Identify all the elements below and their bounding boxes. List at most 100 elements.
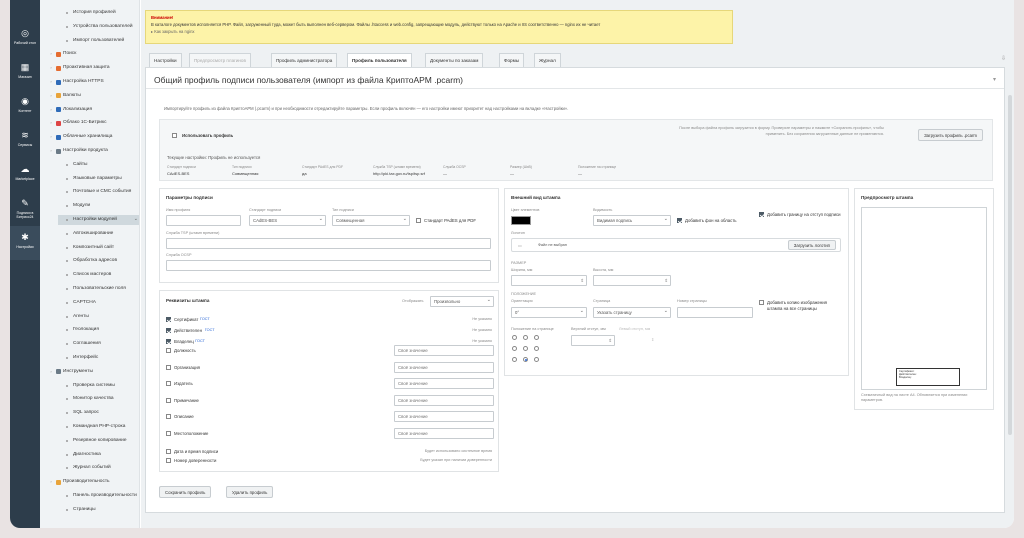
nav-item[interactable]: › Настройки продукта bbox=[48, 146, 139, 156]
top-margin-stepper-icon[interactable]: ⇕ bbox=[608, 336, 612, 345]
req-checkbox[interactable] bbox=[166, 449, 171, 454]
pin-icon[interactable]: ⇩ bbox=[1001, 55, 1006, 62]
width-input[interactable]: ⇕ bbox=[511, 275, 587, 286]
display-select[interactable]: Произвольно bbox=[430, 296, 494, 307]
req-custom-input[interactable] bbox=[394, 394, 494, 406]
req-custom-input[interactable] bbox=[394, 428, 494, 439]
load-logo-button[interactable]: Загрузить логотип bbox=[787, 240, 836, 250]
nav-item[interactable]: Панель производительности bbox=[58, 491, 139, 501]
page-position-radio[interactable] bbox=[523, 346, 528, 351]
req-checkbox[interactable] bbox=[166, 317, 171, 322]
nav-item[interactable]: Почтовые и СМС события bbox=[58, 187, 139, 197]
nav-item[interactable]: › Поиск bbox=[48, 49, 139, 59]
req-checkbox[interactable] bbox=[166, 414, 171, 420]
req-custom-input[interactable] bbox=[394, 345, 494, 356]
nav-item[interactable]: Резервное копирование bbox=[58, 436, 139, 446]
pades-checkbox[interactable] bbox=[416, 218, 421, 223]
nav-expand-arrow-icon[interactable]: › bbox=[48, 91, 54, 101]
nav-expand-arrow-icon[interactable]: › bbox=[48, 105, 54, 115]
nav-expand-arrow-icon[interactable]: › bbox=[48, 118, 54, 128]
use-profile-checkbox[interactable] bbox=[172, 133, 177, 138]
left-menu-item[interactable]: ◉ Контент bbox=[10, 90, 40, 124]
nav-item[interactable]: Интерфейс bbox=[58, 353, 139, 363]
left-menu-item[interactable]: ▦ Магазин bbox=[10, 56, 40, 90]
tab-0[interactable]: Настройки bbox=[149, 53, 182, 67]
req-checkbox[interactable] bbox=[166, 397, 171, 403]
nav-item[interactable]: › Проактивная защита bbox=[48, 63, 139, 73]
nav-item[interactable]: Настройки модулей bbox=[58, 214, 139, 225]
nav-item[interactable]: Соглашения bbox=[58, 339, 139, 349]
left-menu-item[interactable]: ✱ Настройки bbox=[10, 226, 40, 260]
nav-item[interactable]: Языковые параметры bbox=[58, 174, 139, 184]
width-stepper-icon[interactable]: ⇕ bbox=[580, 276, 584, 285]
top-margin-input[interactable]: ⇕ bbox=[571, 335, 615, 346]
copy-all-pages-checkbox[interactable] bbox=[759, 300, 764, 305]
nav-expand-arrow-icon[interactable]: › bbox=[48, 477, 54, 487]
sig-standard-select[interactable]: CAdES-BES bbox=[249, 215, 326, 226]
save-profile-button[interactable]: Сохранить профиль bbox=[159, 486, 212, 498]
orientation-select[interactable]: 0° bbox=[511, 307, 587, 318]
page-position-radio[interactable] bbox=[534, 335, 539, 340]
req-checkbox[interactable] bbox=[166, 328, 171, 333]
page-position-radio[interactable] bbox=[512, 346, 517, 351]
nav-item[interactable]: Диагностика bbox=[58, 450, 139, 460]
border-checkbox[interactable] bbox=[759, 212, 764, 217]
height-input[interactable]: ⇕ bbox=[593, 275, 671, 286]
nav-item[interactable]: › Настройка HTTPS bbox=[48, 77, 139, 87]
color-swatch[interactable] bbox=[511, 216, 531, 225]
collapse-chevron-icon[interactable]: ▾ bbox=[993, 76, 996, 83]
tab-2[interactable]: Профиль администратора bbox=[271, 53, 338, 67]
left-menu-item[interactable]: ◎ Рабочий стол bbox=[10, 22, 40, 56]
page-position-radio[interactable] bbox=[512, 335, 517, 340]
nav-item[interactable]: CAPTCHA bbox=[58, 298, 139, 308]
tab-1[interactable]: Предпросмотр плагинов bbox=[189, 53, 251, 67]
nav-item[interactable]: Журнал событий bbox=[58, 463, 139, 473]
height-stepper-icon[interactable]: ⇕ bbox=[664, 276, 668, 285]
nav-item[interactable]: Геолокация bbox=[58, 325, 139, 335]
nav-item[interactable]: Проверка системы bbox=[58, 381, 139, 391]
tab-4[interactable]: Документы по заказам bbox=[425, 53, 484, 67]
nav-item[interactable]: › Производительность bbox=[48, 477, 139, 487]
nav-item[interactable]: Импорт пользователей bbox=[58, 36, 139, 46]
nav-item[interactable]: › Валюты bbox=[48, 91, 139, 101]
nav-item[interactable]: Командная PHP-строка bbox=[58, 422, 139, 432]
nav-item[interactable]: Модули bbox=[58, 201, 139, 211]
nav-item[interactable]: Список мастеров bbox=[58, 270, 139, 280]
req-checkbox[interactable] bbox=[166, 381, 171, 387]
nav-item[interactable]: Обработка адресов bbox=[58, 256, 139, 266]
nav-expand-arrow-icon[interactable]: › bbox=[48, 63, 54, 73]
left-menu-item[interactable]: ☁ Marketplace bbox=[10, 158, 40, 192]
page-select[interactable]: Указать страницу bbox=[593, 307, 671, 318]
req-custom-input[interactable] bbox=[394, 378, 494, 390]
req-custom-input[interactable] bbox=[394, 361, 494, 373]
load-profile-button[interactable]: Загрузить профиль .pcarm bbox=[918, 129, 983, 141]
left-menu-item[interactable]: ≋ Сервисы bbox=[10, 124, 40, 158]
delete-profile-button[interactable]: Удалить профиль bbox=[226, 486, 274, 498]
bg-checkbox[interactable] bbox=[677, 218, 682, 223]
tab-5[interactable]: Формы bbox=[499, 53, 525, 67]
nav-expand-arrow-icon[interactable]: › bbox=[48, 132, 54, 142]
profile-name-input[interactable] bbox=[166, 215, 241, 226]
nav-item[interactable]: История профилей bbox=[58, 8, 139, 18]
nav-expand-arrow-icon[interactable]: › bbox=[48, 49, 54, 59]
nav-item[interactable]: › Облако 1С-Битрикс bbox=[48, 118, 139, 128]
page-position-radio[interactable] bbox=[523, 357, 528, 362]
nav-expand-arrow-icon[interactable]: › bbox=[48, 146, 54, 156]
sig-type-select[interactable]: Совмещенная bbox=[332, 215, 410, 226]
warning-link[interactable]: ▸ Как закрыть на nginx bbox=[151, 28, 727, 35]
nav-item[interactable]: › Инструменты bbox=[48, 367, 139, 377]
req-checkbox[interactable] bbox=[166, 458, 171, 463]
tab-6[interactable]: Журнал bbox=[534, 53, 561, 67]
nav-item[interactable]: Монитор качества bbox=[58, 394, 139, 404]
req-checkbox[interactable] bbox=[166, 348, 171, 353]
nav-item[interactable]: SQL запрос bbox=[58, 408, 139, 418]
nav-item[interactable]: Композитный сайт bbox=[58, 243, 139, 253]
left-menu-item[interactable]: ✎ Подписи в Битрикс24 bbox=[10, 192, 40, 226]
nav-item[interactable]: Автокеширование bbox=[58, 229, 139, 239]
req-checkbox[interactable] bbox=[166, 364, 171, 370]
req-checkbox[interactable] bbox=[166, 339, 171, 344]
scrollbar[interactable] bbox=[1008, 95, 1012, 435]
nav-item[interactable]: › Облачные хранилища bbox=[48, 132, 139, 142]
ocsp-input[interactable] bbox=[166, 260, 491, 271]
req-checkbox[interactable] bbox=[166, 431, 171, 436]
